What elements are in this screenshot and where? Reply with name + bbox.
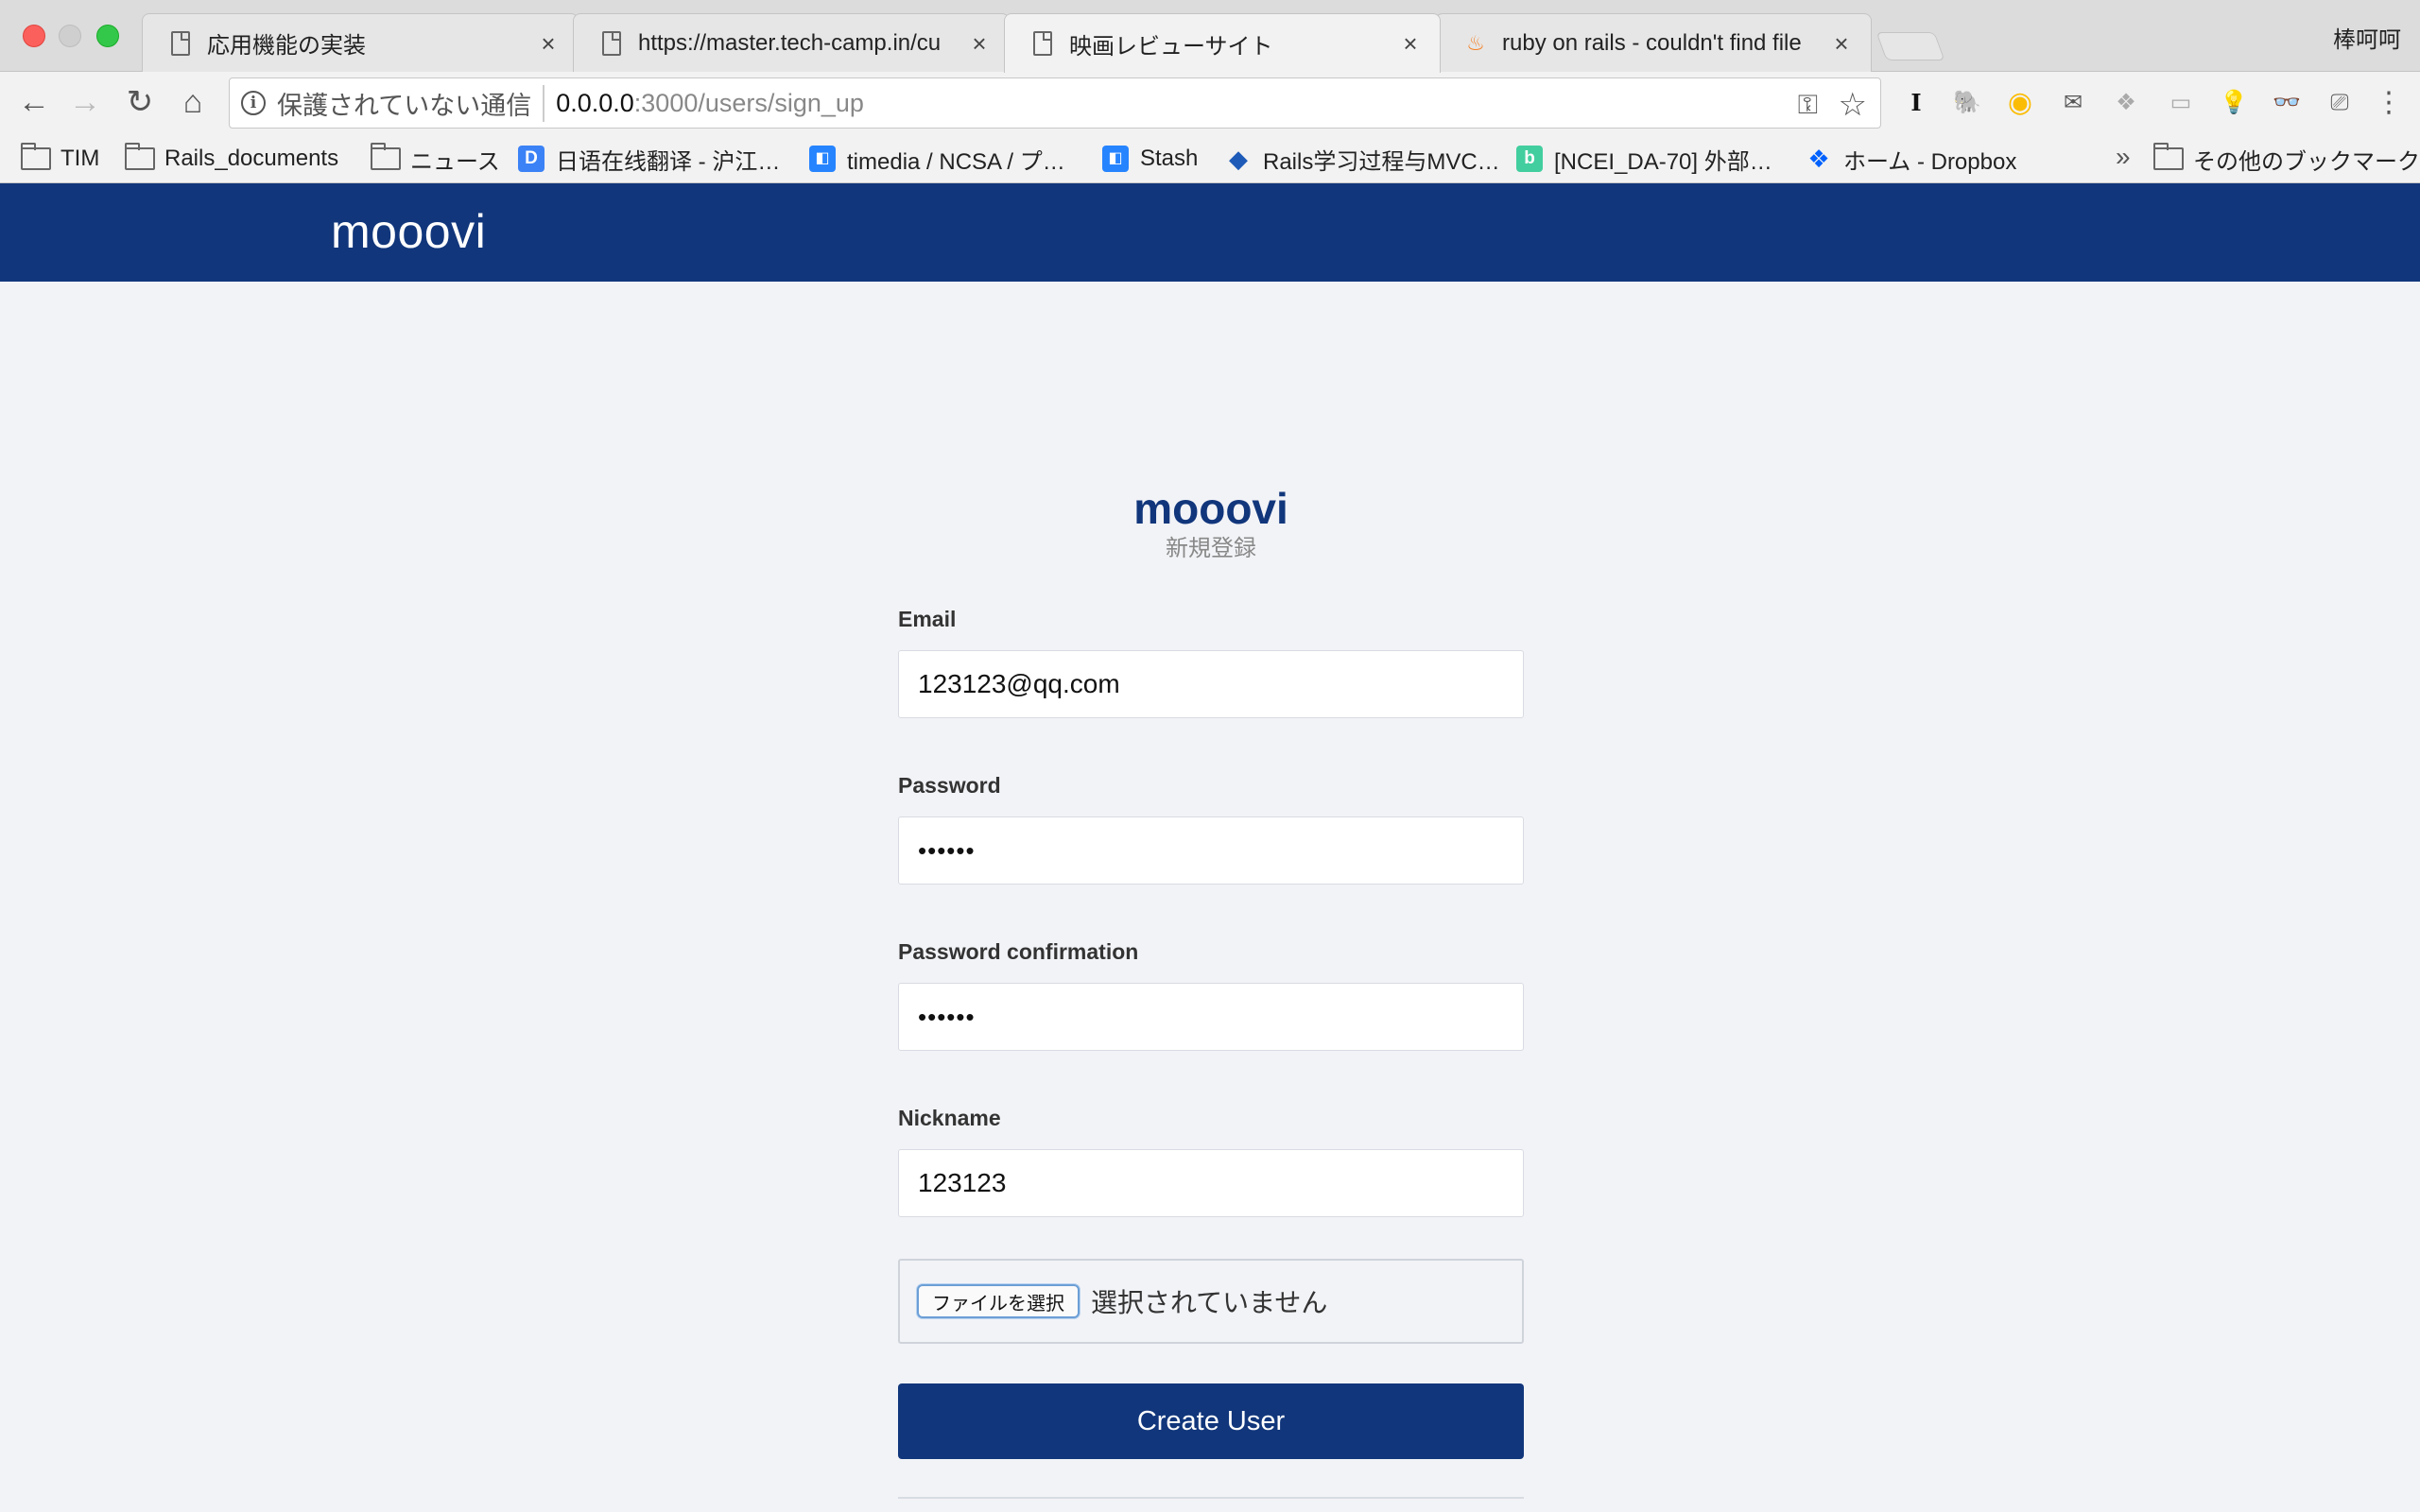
choose-file-button[interactable]: ファイルを選択	[917, 1284, 1080, 1318]
bookmark-label: TIM	[60, 146, 100, 171]
bookmark-star-icon[interactable]: ☆	[1839, 86, 1867, 124]
bookmark-label: Rails学习过程与MVC…	[1263, 148, 1500, 175]
form-brand: mooovi	[1133, 484, 1288, 533]
reload-icon[interactable]: ↻	[121, 83, 159, 121]
bookmark-label: timedia / NCSA / プ…	[847, 148, 1065, 175]
address-bar[interactable]: i 保護されていない通信 0.0.0.0:3000/users/sign_up …	[229, 77, 1881, 129]
tab-2[interactable]: https://master.tech-camp.in/cu ×	[573, 13, 1010, 72]
lightbulb-icon[interactable]: 💡	[2218, 87, 2250, 119]
stackoverflow-icon: ♨	[1466, 30, 1485, 55]
close-window-button[interactable]	[23, 25, 45, 47]
url-path: :3000/users/sign_up	[633, 88, 864, 117]
nickname-label: Nickname	[898, 1106, 1001, 1130]
bookmark-hujiang[interactable]: D 日语在线翻译 - 沪江…	[518, 142, 780, 176]
signup-form: mooovi 新規登録 Email 123123@qq.com Password…	[898, 482, 1524, 1499]
bookmark-folder-rails-documents[interactable]: Rails_documents	[125, 142, 338, 176]
minimize-window-button[interactable]	[59, 25, 81, 47]
bookmark-label: その他のブックマーク	[2193, 148, 2420, 175]
bookmark-other-folder[interactable]: その他のブックマーク	[2153, 142, 2420, 176]
create-user-button[interactable]: Create User	[898, 1383, 1524, 1459]
dropbox-icon: ❖	[1807, 145, 1830, 173]
tab-strip: 応用機能の実装 × https://master.tech-camp.in/cu…	[0, 0, 2420, 73]
bookmark-dropbox[interactable]: ❖ ホーム - Dropbox	[1806, 142, 2016, 176]
tab-3-active[interactable]: 映画レビューサイト ×	[1004, 13, 1441, 73]
hujiang-icon: D	[518, 146, 544, 172]
folder-icon	[21, 143, 51, 170]
site-logo[interactable]: mooovi	[331, 204, 486, 259]
close-icon[interactable]: ×	[969, 31, 990, 56]
close-icon[interactable]: ×	[1400, 31, 1421, 56]
chevron-more-icon[interactable]: »	[2116, 142, 2131, 172]
chrome-extension-icon[interactable]: ◉	[2004, 87, 2036, 119]
forward-arrow-icon[interactable]: →	[66, 83, 104, 121]
nickname-field[interactable]: 123123	[898, 1149, 1524, 1217]
bookmark-backlog[interactable]: b [NCEI_DA-70] 外部…	[1516, 142, 1772, 176]
bookmark-timedia-ncsa[interactable]: ◧ timedia / NCSA / プ…	[809, 142, 1065, 176]
tab-1[interactable]: 応用機能の実装 ×	[142, 13, 579, 72]
email-group: Email 123123@qq.com	[898, 607, 1524, 718]
password-group: Password ••••••	[898, 773, 1524, 885]
bookmark-label: ホーム - Dropbox	[1843, 148, 2017, 175]
folder-icon	[125, 143, 155, 170]
document-icon	[171, 30, 190, 56]
bookmark-label: ニュース	[410, 148, 500, 175]
bookmark-label: Stash	[1140, 146, 1199, 171]
document-icon	[602, 30, 621, 56]
key-icon[interactable]: ⚿	[1798, 90, 1818, 121]
bitbucket-icon: ◧	[1102, 146, 1129, 172]
close-icon[interactable]: ×	[1831, 31, 1852, 56]
glasses-icon[interactable]: 👓	[2271, 87, 2303, 119]
bitbucket-icon: ◧	[809, 146, 836, 172]
url-host: 0.0.0.0	[556, 88, 634, 117]
bookmark-rails-mvc[interactable]: ◆ Rails学习过程与MVC…	[1225, 142, 1500, 176]
form-subtitle: 新規登録	[1166, 536, 1256, 561]
password-confirmation-label: Password confirmation	[898, 939, 1139, 964]
email-field[interactable]: 123123@qq.com	[898, 650, 1524, 718]
password-label: Password	[898, 773, 1001, 798]
password-confirmation-group: Password confirmation ••••••	[898, 939, 1524, 1051]
layers-icon: ◆	[1229, 145, 1248, 173]
bookmarks-bar: TIM Rails_documents ニュース D 日语在线翻译 - 沪江… …	[0, 134, 2420, 183]
tab-label: 映画レビューサイト	[1069, 33, 1273, 60]
avatar-file-input: ファイルを選択 選択されていません	[898, 1259, 1524, 1344]
printer-icon[interactable]: ▭	[2165, 87, 2197, 119]
bookmark-label: [NCEI_DA-70] 外部…	[1554, 148, 1772, 175]
instapaper-icon[interactable]: I	[1900, 87, 1932, 119]
mail-icon[interactable]: ✉	[2057, 87, 2089, 119]
bookmark-stash[interactable]: ◧ Stash	[1102, 142, 1198, 176]
menu-kebab-icon[interactable]: ⋮	[2373, 87, 2405, 119]
dropbox-extension-icon[interactable]: ❖	[2110, 87, 2142, 119]
nickname-group: Nickname 123123	[898, 1106, 1524, 1217]
browser-chrome: 応用機能の実装 × https://master.tech-camp.in/cu…	[0, 0, 2420, 183]
bookmark-folder-news[interactable]: ニュース	[371, 142, 500, 176]
password-field[interactable]: ••••••	[898, 816, 1524, 885]
browser-toolbar: ← → ↻ ⌂ i 保護されていない通信 0.0.0.0:3000/users/…	[0, 72, 2420, 134]
cast-icon[interactable]: ⎚	[2324, 87, 2356, 119]
site-header: mooovi	[0, 183, 2420, 282]
info-icon[interactable]: i	[241, 91, 266, 115]
bookmark-label: Rails_documents	[164, 146, 339, 171]
tab-4[interactable]: ♨ ruby on rails - couldn't find file ×	[1435, 13, 1872, 72]
bookmark-label: 日语在线翻译 - 沪江…	[556, 148, 781, 175]
bookmark-folder-tim[interactable]: TIM	[21, 142, 99, 176]
document-icon	[1033, 31, 1052, 56]
close-icon[interactable]: ×	[538, 31, 559, 56]
evernote-icon[interactable]: 🐘	[1951, 87, 1983, 119]
file-status: 選択されていません	[1091, 1288, 1328, 1317]
back-arrow-icon[interactable]: ←	[15, 83, 53, 121]
folder-icon	[371, 143, 401, 170]
tab-label: 応用機能の実装	[207, 33, 366, 59]
home-icon[interactable]: ⌂	[174, 83, 212, 121]
folder-icon	[2153, 143, 2184, 170]
backlog-icon: b	[1516, 146, 1543, 172]
new-tab-button[interactable]	[1876, 32, 1945, 60]
profile-name[interactable]: 棒呵呵	[2333, 21, 2401, 54]
maximize-window-button[interactable]	[96, 25, 119, 47]
email-label: Email	[898, 607, 957, 631]
password-confirmation-field[interactable]: ••••••	[898, 983, 1524, 1051]
divider	[898, 1497, 1524, 1499]
tab-label: https://master.tech-camp.in/cu	[638, 29, 942, 56]
tab-label: ruby on rails - couldn't find file	[1502, 29, 1802, 56]
security-status: 保護されていない通信	[277, 84, 545, 122]
